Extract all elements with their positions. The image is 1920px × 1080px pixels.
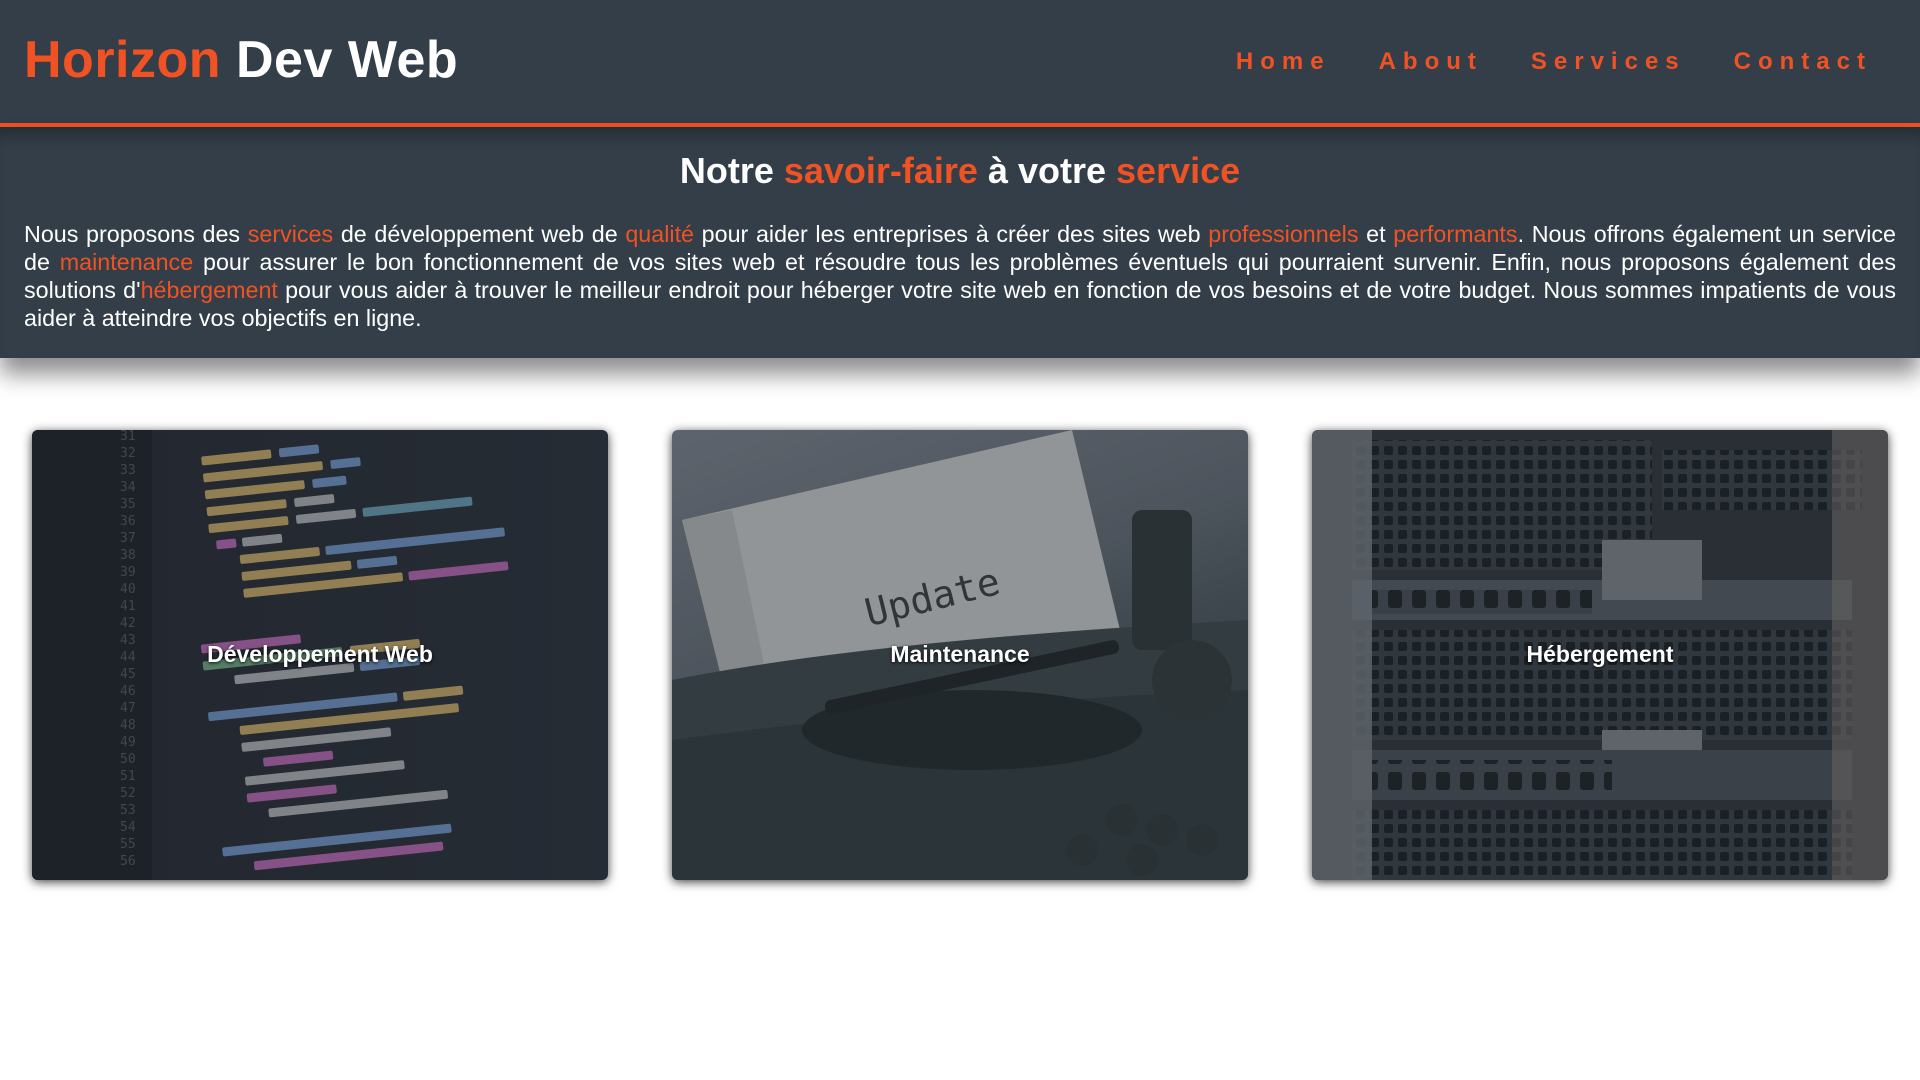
para-highlight: performants bbox=[1393, 221, 1518, 247]
para-text: Nous proposons des bbox=[24, 221, 248, 247]
nav-services-link[interactable]: Services bbox=[1531, 48, 1686, 76]
service-cards: 31 32 33 34 35 36 37 38 39 40 41 42 43 44 45 46 47 4… bbox=[32, 430, 1888, 880]
heading-text-1: Notre bbox=[679, 150, 784, 191]
card-title: Développement Web bbox=[207, 641, 433, 667]
site-header: Horizon Dev Web Home About Services Cont… bbox=[0, 0, 1920, 127]
para-highlight: professionnels bbox=[1208, 221, 1359, 247]
heading-accent-2: service bbox=[1116, 150, 1241, 191]
intro-heading: Notre savoir-faire à votre service bbox=[0, 150, 1920, 192]
para-highlight: hébergement bbox=[140, 277, 278, 303]
para-text: pour vous aider à trouver le meilleur en… bbox=[24, 277, 1896, 331]
intro-paragraph: Nous proposons des services de développe… bbox=[24, 220, 1896, 332]
site-logo[interactable]: Horizon Dev Web bbox=[24, 30, 458, 90]
card-title: Maintenance bbox=[890, 641, 1030, 667]
nav-contact-link[interactable]: Contact bbox=[1734, 48, 1872, 76]
logo-text: Dev Web bbox=[221, 31, 459, 89]
intro-section: Notre savoir-faire à votre service Nous … bbox=[0, 127, 1920, 358]
para-text: pour aider les entreprises à créer des s… bbox=[694, 221, 1209, 247]
para-text: de développement web de bbox=[333, 221, 626, 247]
para-highlight: qualité bbox=[625, 221, 694, 247]
service-card-web-development[interactable]: 31 32 33 34 35 36 37 38 39 40 41 42 43 44 45 46 47 4… bbox=[32, 430, 608, 880]
para-text: et bbox=[1358, 221, 1394, 247]
card-title: Hébergement bbox=[1526, 641, 1674, 667]
nav-about-link[interactable]: About bbox=[1379, 48, 1483, 76]
heading-accent-1: savoir-faire bbox=[783, 150, 978, 191]
service-card-hosting[interactable]: Hébergement bbox=[1312, 430, 1888, 880]
logo-accent-text: Horizon bbox=[24, 31, 222, 89]
para-highlight: maintenance bbox=[59, 249, 194, 275]
heading-text-2: à votre bbox=[977, 150, 1117, 191]
nav-home-link[interactable]: Home bbox=[1236, 48, 1331, 76]
para-highlight: services bbox=[247, 221, 334, 247]
service-card-maintenance[interactable]: Update Maintenance bbox=[672, 430, 1248, 880]
main-nav: Home About Services Contact bbox=[1236, 48, 1872, 76]
